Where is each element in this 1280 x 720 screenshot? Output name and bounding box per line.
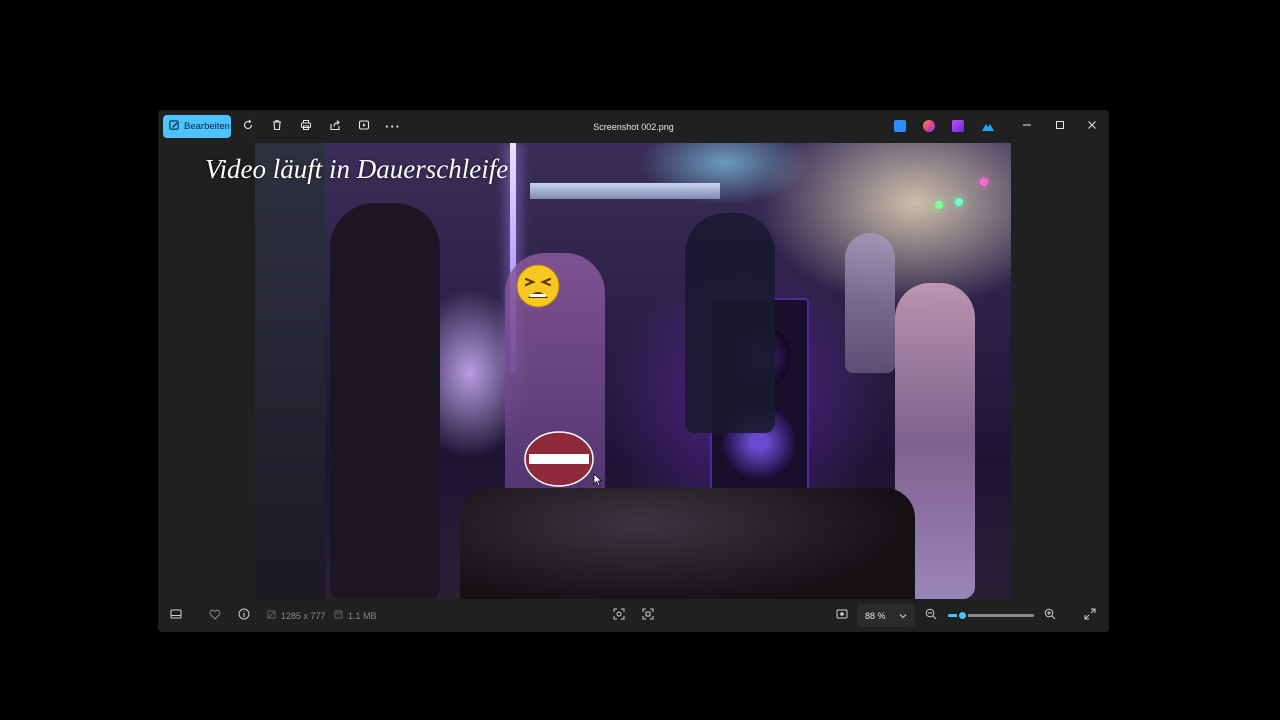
visual-search-button[interactable] [608,599,630,632]
fullscreen-button[interactable] [1079,599,1101,632]
minimize-icon [1022,120,1032,133]
statue-back [845,233,895,373]
left-wall [255,143,325,599]
zoom-slider[interactable] [948,610,1034,621]
maximize-icon [1055,120,1065,133]
sofa [460,488,915,599]
dimensions: 1285 x 777 [267,599,326,632]
zoom-out-icon [925,608,937,623]
zoom-slider-thumb[interactable] [956,610,968,621]
light-bulb-2 [955,198,963,206]
mouse-cursor-icon [593,473,603,487]
close-button[interactable] [1076,110,1108,143]
trash-icon [271,119,283,134]
rotate-icon [242,119,254,134]
app-icon-1[interactable] [894,120,906,132]
zoom-in-icon [1044,608,1056,623]
info-icon [238,608,250,623]
visual-search-icon [613,608,625,623]
photos-window: Bearbeiten ··· Screenshot 002.png Video … [158,110,1109,632]
status-bar: 1285 x 777 1.1 MB 88 % [158,599,1109,632]
app-icon-2[interactable] [923,120,935,132]
rotate-button[interactable] [235,115,261,138]
zoom-value: 88 % [865,610,886,621]
filmstrip-button[interactable] [165,599,187,632]
app-icon-3[interactable] [952,120,964,132]
photo[interactable] [255,143,1011,599]
slideshow-button[interactable] [351,115,377,138]
chevron-down-icon [899,611,907,621]
more-icon: ··· [385,119,401,134]
zoom-in-button[interactable] [1039,599,1061,632]
light-bulb-1 [935,201,943,209]
expand-icon [1084,608,1096,623]
light-bulb-3 [980,178,988,186]
edit-icon [169,119,180,134]
edit-button-label: Bearbeiten [184,121,230,132]
print-icon [300,119,312,134]
scan-icon [642,608,654,623]
delete-button[interactable] [264,115,290,138]
share-button[interactable] [322,115,348,138]
fit-window-icon [836,609,848,622]
zoom-out-button[interactable] [920,599,942,632]
filmstrip-icon [170,609,182,622]
heart-icon [209,609,221,623]
favorite-button[interactable] [204,599,226,632]
slideshow-icon [358,119,370,134]
dimensions-icon [267,610,276,621]
zoom-dropdown[interactable]: 88 % [857,604,915,627]
file-size-icon [334,610,343,621]
app-icon-4[interactable] [981,120,994,132]
close-icon [1087,120,1097,133]
image-viewer[interactable]: Video läuft in Dauerschleife [158,143,1109,599]
file-size-text: 1.1 MB [348,610,377,621]
title-bar: Bearbeiten ··· Screenshot 002.png [158,110,1109,143]
guitarist [685,213,775,433]
more-button[interactable]: ··· [380,115,406,138]
share-icon [329,119,341,134]
info-button[interactable] [233,599,255,632]
print-button[interactable] [293,115,319,138]
no-entry-sign-icon [524,431,594,487]
overlay-caption: Video läuft in Dauerschleife [205,154,509,184]
edit-button[interactable]: Bearbeiten [163,115,231,138]
fit-to-window-button[interactable] [831,599,853,632]
tired-face-emoji-icon [516,264,560,308]
keyboard [530,183,720,199]
minimize-button[interactable] [1011,110,1043,143]
file-size: 1.1 MB [334,599,377,632]
maximize-button[interactable] [1044,110,1076,143]
woman-left [330,203,440,599]
dimensions-text: 1285 x 777 [281,610,326,621]
text-recognition-button[interactable] [637,599,659,632]
